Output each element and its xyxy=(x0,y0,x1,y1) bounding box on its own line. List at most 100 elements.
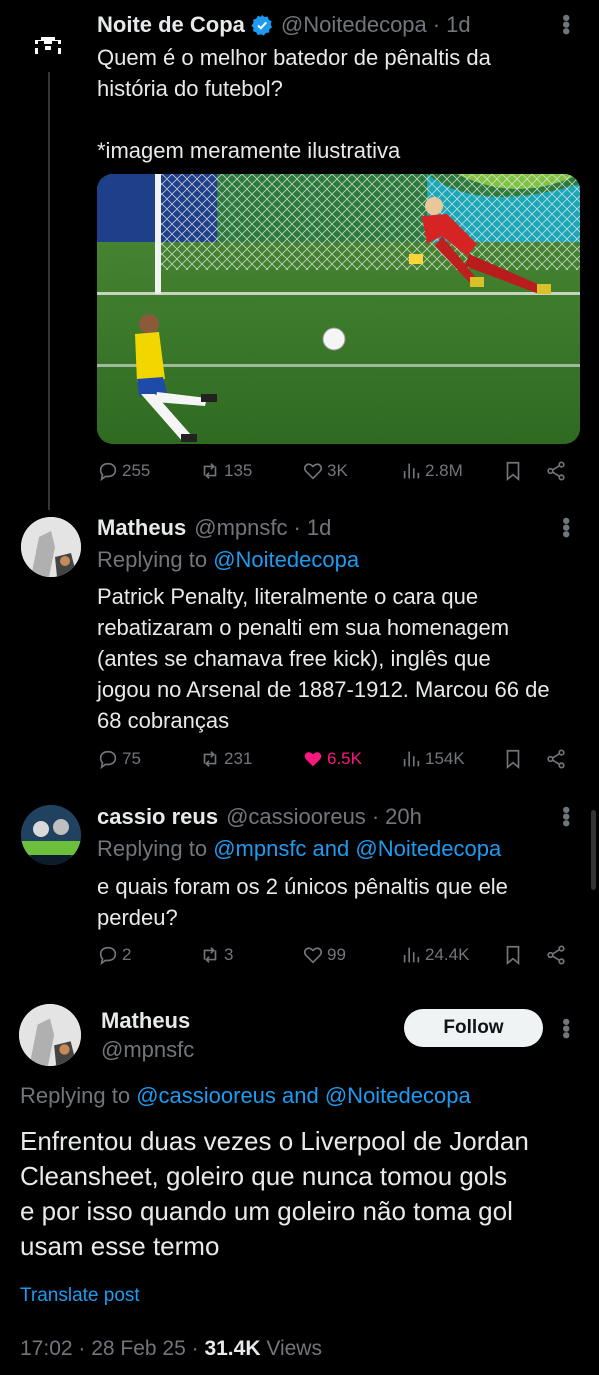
avatar-matheus[interactable] xyxy=(21,517,81,577)
replying-to: Replying to @mpnsfc and @Noitedecopa xyxy=(97,836,501,862)
analytics-icon xyxy=(403,751,420,767)
translate-post-link[interactable]: Translate post xyxy=(20,1285,140,1307)
view-count: 2.8M xyxy=(425,461,463,480)
separator-dot: · xyxy=(432,12,441,37)
reply-button[interactable]: 75 xyxy=(97,748,141,770)
author-handle[interactable]: @cassiooreus xyxy=(226,804,366,830)
scrollbar[interactable] xyxy=(591,810,596,890)
view-count: 24.4K xyxy=(425,945,470,964)
repost-count: 135 xyxy=(224,461,253,480)
avatar-image xyxy=(21,805,81,865)
share-icon xyxy=(547,749,565,769)
more-options-icon[interactable]: ••• xyxy=(553,806,579,826)
reply-count: 255 xyxy=(122,461,151,480)
replying-to-label: Replying to xyxy=(20,1083,137,1108)
reply-count: 75 xyxy=(122,749,141,768)
author-handle[interactable]: @mpnsfc xyxy=(194,515,287,541)
follow-button[interactable]: Follow xyxy=(404,1009,543,1047)
replying-to: Replying to @cassiooreus and @Noitedecop… xyxy=(20,1083,471,1109)
replying-to-label: Replying to xyxy=(97,547,214,572)
author-handle[interactable]: @Noitedecopa xyxy=(281,12,427,38)
author-handle[interactable]: @mpnsfc xyxy=(101,1037,194,1063)
author-name[interactable]: Matheus xyxy=(97,515,186,541)
bookmark-icon xyxy=(506,945,520,966)
heart-icon xyxy=(303,947,323,964)
repost-button[interactable]: 3 xyxy=(199,944,233,966)
replying-to-label: Replying to xyxy=(97,836,214,861)
like-button[interactable]: 3K xyxy=(302,460,348,482)
avatar-matheus[interactable] xyxy=(19,1004,81,1066)
more-options-icon[interactable]: ••• xyxy=(553,517,579,537)
post-text: Patrick Penalty, literalmente o cara que… xyxy=(97,584,550,733)
like-button[interactable]: 99 xyxy=(302,944,346,966)
post-time[interactable]: 20h xyxy=(385,804,422,830)
replying-to-link[interactable]: @Noitedecopa xyxy=(213,547,359,572)
like-button[interactable]: 6.5K xyxy=(302,748,362,770)
penalty-photo xyxy=(97,174,580,444)
bookmark-button[interactable] xyxy=(502,748,527,770)
separator-dot: · xyxy=(371,804,380,829)
like-count: 99 xyxy=(327,945,346,964)
author-name[interactable]: Noite de Copa xyxy=(97,12,245,38)
bookmark-button[interactable] xyxy=(502,944,527,966)
share-button[interactable] xyxy=(545,944,570,966)
share-icon xyxy=(547,461,565,481)
avatar-cassioreus[interactable] xyxy=(21,805,81,865)
reply-button[interactable]: 2 xyxy=(97,944,131,966)
share-button[interactable] xyxy=(545,460,570,482)
views-button[interactable]: 154K xyxy=(400,748,465,770)
post-timestamp: 17:02 · 28 Feb 25 · 31.4K Views xyxy=(20,1337,322,1361)
post-actions: 255 135 3K 2.8M xyxy=(97,460,577,490)
repost-icon xyxy=(203,463,217,479)
repost-count: 3 xyxy=(224,945,234,964)
heart-filled-icon xyxy=(304,752,322,767)
bookmark-button[interactable] xyxy=(502,460,527,482)
views-label: Views xyxy=(260,1337,322,1360)
thread-line xyxy=(48,70,50,510)
repost-count: 231 xyxy=(224,749,253,768)
analytics-icon xyxy=(403,947,420,963)
avatar-noitedecopa[interactable] xyxy=(23,22,73,72)
post-text: e quais foram os 2 únicos pênaltis que e… xyxy=(97,874,508,930)
more-options-icon[interactable]: ••• xyxy=(553,14,579,34)
repost-icon xyxy=(203,947,217,963)
post-time[interactable]: 1d xyxy=(446,12,470,38)
heart-icon xyxy=(303,463,323,480)
author-name[interactable]: Matheus xyxy=(101,1008,190,1034)
post-image[interactable] xyxy=(97,174,580,444)
views-button[interactable]: 24.4K xyxy=(400,944,469,966)
share-icon xyxy=(547,945,565,965)
reply-icon xyxy=(99,462,117,482)
avatar-image xyxy=(19,1004,81,1066)
views-button[interactable]: 2.8M xyxy=(400,460,463,482)
post-text: Quem é o melhor batedor de pênaltis da h… xyxy=(97,45,491,163)
post-actions: 2 3 99 24.4K xyxy=(97,944,577,974)
bookmark-icon xyxy=(506,461,520,482)
replying-to: Replying to @Noitedecopa xyxy=(97,547,359,573)
reply-icon xyxy=(99,750,117,770)
author-name[interactable]: cassio reus xyxy=(97,804,218,830)
avatar-image xyxy=(21,517,81,577)
repost-button[interactable]: 231 xyxy=(199,748,252,770)
brand-logo-icon xyxy=(35,37,61,54)
reply-count: 2 xyxy=(122,945,132,964)
reply-button[interactable]: 255 xyxy=(97,460,150,482)
post-time[interactable]: 1d xyxy=(307,515,331,541)
views-count: 31.4K xyxy=(204,1337,261,1360)
like-count: 3K xyxy=(327,461,348,480)
share-button[interactable] xyxy=(545,748,570,770)
post-date[interactable]: 17:02 · 28 Feb 25 · xyxy=(20,1337,204,1360)
separator-dot: · xyxy=(293,515,301,540)
more-options-icon[interactable]: ••• xyxy=(553,1018,579,1038)
analytics-icon xyxy=(403,463,420,479)
post-actions: 75 231 6.5K 154K xyxy=(97,748,577,778)
repost-icon xyxy=(203,751,217,767)
replying-to-link[interactable]: @mpnsfc and @Noitedecopa xyxy=(213,836,501,861)
replying-to-link[interactable]: @cassiooreus and @Noitedecopa xyxy=(136,1083,471,1108)
repost-button[interactable]: 135 xyxy=(199,460,252,482)
verified-badge-icon xyxy=(251,15,272,36)
view-count: 154K xyxy=(425,749,465,768)
reply-icon xyxy=(99,946,117,966)
like-count: 6.5K xyxy=(327,749,362,768)
bookmark-icon xyxy=(506,749,520,770)
